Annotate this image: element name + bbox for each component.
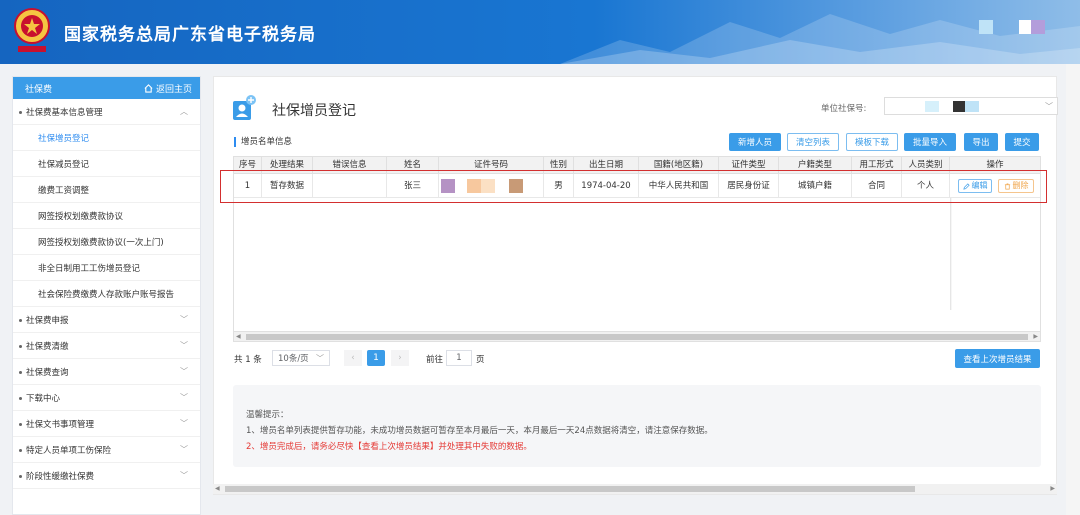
chevron-left-icon: ‹ [351,353,355,363]
goto-suffix: 页 [476,355,485,365]
chevron-down-icon: ﹀ [180,341,188,350]
chevron-down-icon: ﹀ [180,315,188,324]
view-last-result-button[interactable]: 查看上次增员结果 [955,349,1040,368]
scroll-thumb[interactable] [225,486,915,492]
next-page-button[interactable]: › [391,350,409,366]
sidebar-group-basic-info[interactable]: 社保费基本信息管理 ︿ [13,99,200,125]
sidebar-header: 社保费 返回主页 [13,77,200,99]
sidebar: 社保费 返回主页 社保费基本信息管理 ︿ 社保增员登记 社保减员登记 缴费工资调… [12,76,201,515]
header-block-2 [1019,20,1031,34]
site-title: 国家税务总局广东省电子税务局 [64,25,316,45]
sidebar-group-documents[interactable]: 社保文书事项管理 ﹀ [13,411,200,437]
unit-number-select[interactable]: ﹀ [884,97,1058,115]
sidebar-group-special-injury[interactable]: 特定人员单项工伤保险 ﹀ [13,437,200,463]
main-panel: 社保增员登记 单位社保号: ﹀ 增员名单信息 新增人员 清空列表 模板下载 批量… [213,76,1058,495]
header-block-3 [1031,20,1045,34]
tax-emblem-icon [14,8,50,52]
chevron-down-icon: ﹀ [316,353,324,363]
sidebar-item-wage-adjust[interactable]: 缴费工资调整 [13,177,200,203]
sidebar-item-add-staff[interactable]: 社保增员登记 [13,125,200,151]
scroll-right-icon[interactable]: ▶ [1050,484,1055,494]
sidebar-item-parttime-injury[interactable]: 非全日制用工工伤增员登记 [13,255,200,281]
tips-box: 温馨提示： 1、增员名单列表提供暂存功能，未成功增员数据可暂存至本月最后一天，本… [233,385,1041,467]
sidebar-group-payment[interactable]: 社保费清缴 ﹀ [13,333,200,359]
chevron-down-icon: ﹀ [1045,102,1053,111]
add-person-icon [233,95,256,120]
sidebar-item-reduce-staff[interactable]: 社保减员登记 [13,151,200,177]
batch-import-button[interactable]: 批量导入 [904,133,956,151]
masked-block [925,101,939,112]
sidebar-section-title: 社保费 [25,84,53,95]
total-count: 共 1 条 [234,355,262,365]
scroll-left-icon[interactable]: ◀ [215,484,220,494]
fixed-column-shadow [950,198,952,310]
add-staff-button[interactable]: 新增人员 [729,133,781,151]
table-horizontal-scrollbar[interactable]: ◀ ▶ [234,331,1040,341]
template-download-button[interactable]: 模板下载 [846,133,898,151]
chevron-up-icon: ︿ [180,107,188,116]
current-page[interactable]: 1 [367,350,385,366]
unit-number-label: 单位社保号: [821,104,867,114]
sidebar-group-declare[interactable]: 社保费申报 ﹀ [13,307,200,333]
scroll-right-icon[interactable]: ▶ [1033,332,1038,342]
top-header: 国家税务总局广东省电子税务局 [0,0,1080,64]
chevron-down-icon: ﹀ [180,471,188,480]
page-horizontal-scrollbar[interactable]: ◀ ▶ [213,484,1057,494]
chevron-right-icon: › [398,353,402,363]
masked-block [953,101,965,112]
tips-line-2: 2、增员完成后，请务必尽快【查看上次增员结果】并处理其中失败的数据。 [246,442,532,452]
chevron-down-icon: ﹀ [180,367,188,376]
sidebar-group-download[interactable]: 下载中心 ﹀ [13,385,200,411]
page-size-select[interactable]: 10条/页 ﹀ [272,350,330,366]
highlight-box [220,170,1047,203]
export-button[interactable]: 导出 [964,133,998,151]
page-vertical-scrollbar[interactable] [1066,64,1080,515]
scroll-left-icon[interactable]: ◀ [236,332,241,342]
chevron-down-icon: ﹀ [180,419,188,428]
home-link[interactable]: 返回主页 [144,82,192,95]
prev-page-button[interactable]: ‹ [344,350,362,366]
tips-title: 温馨提示： [246,410,289,420]
goto-page-input[interactable]: 1 [446,350,472,366]
sidebar-item-online-agreement[interactable]: 网签授权划缴费款协议 [13,203,200,229]
header-block-1 [979,20,993,34]
page-title: 社保增员登记 [272,103,356,119]
masked-block [965,101,979,112]
mountain-decoration [560,14,1080,64]
chevron-down-icon: ﹀ [180,393,188,402]
submit-button[interactable]: 提交 [1005,133,1039,151]
clear-list-button[interactable]: 清空列表 [787,133,839,151]
home-icon [144,83,153,93]
sidebar-item-online-agreement-visit[interactable]: 网签授权划缴费款协议(一次上门) [13,229,200,255]
chevron-down-icon: ﹀ [180,445,188,454]
section-title: 增员名单信息 [234,137,292,147]
scroll-thumb[interactable] [246,334,1028,340]
goto-prefix: 前往 [426,355,444,365]
sidebar-item-bank-account-report[interactable]: 社会保险费缴费人存款账户账号报告 [13,281,200,307]
tips-line-1: 1、增员名单列表提供暂存功能，未成功增员数据可暂存至本月最后一天，本月最后一天2… [246,426,713,436]
sidebar-group-query[interactable]: 社保费查询 ﹀ [13,359,200,385]
sidebar-group-deferred[interactable]: 阶段性缓缴社保费 ﹀ [13,463,200,489]
